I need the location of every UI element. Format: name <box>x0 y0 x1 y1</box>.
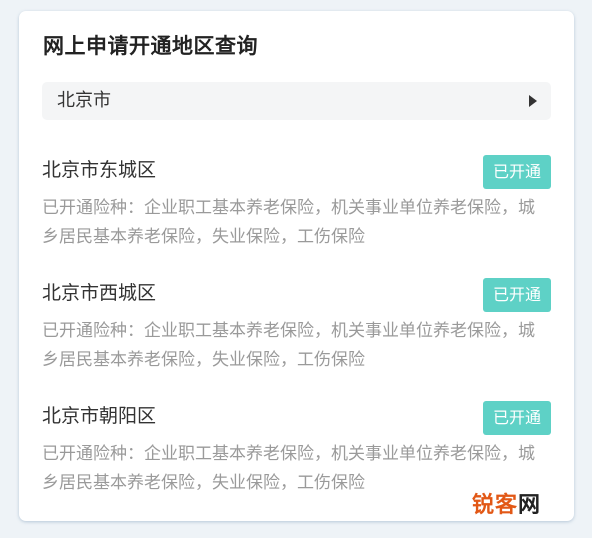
city-select-value: 北京市 <box>57 90 111 111</box>
watermark-text-main: 锐客 <box>472 493 519 518</box>
district-item-dongcheng: 北京市东城区 已开通 已开通险种：企业职工基本养老保险，机关事业单位养老保险，城… <box>42 155 551 256</box>
district-item-chaoyang: 北京市朝阳区 已开通 已开通险种：企业职工基本养老保险，机关事业单位养老保险，城… <box>42 401 551 502</box>
city-select[interactable]: 北京市 <box>42 82 551 120</box>
page-title: 网上申请开通地区查询 <box>43 34 258 58</box>
watermark-logo: 锐客网 <box>472 490 541 522</box>
district-insurance-text: 已开通险种：企业职工基本养老保险，机关事业单位养老保险，城乡居民基本养老保险，失… <box>42 321 535 370</box>
status-badge: 已开通 <box>483 401 551 435</box>
watermark-text-last: 网 <box>518 493 542 518</box>
caret-right-icon <box>529 95 537 107</box>
district-insurance-text: 已开通险种：企业职工基本养老保险，机关事业单位养老保险，城乡居民基本养老保险，失… <box>42 444 535 493</box>
district-name: 北京市朝阳区 <box>42 405 157 427</box>
status-badge: 已开通 <box>483 278 551 312</box>
district-item-xicheng: 北京市西城区 已开通 已开通险种：企业职工基本养老保险，机关事业单位养老保险，城… <box>42 278 551 379</box>
district-name: 北京市西城区 <box>42 282 157 304</box>
district-name: 北京市东城区 <box>42 159 157 181</box>
district-insurance-text: 已开通险种：企业职工基本养老保险，机关事业单位养老保险，城乡居民基本养老保险，失… <box>42 198 535 247</box>
query-card: 网上申请开通地区查询 北京市 北京市东城区 已开通 已开通险种：企业职工基本养老… <box>19 11 574 521</box>
status-badge: 已开通 <box>483 155 551 189</box>
